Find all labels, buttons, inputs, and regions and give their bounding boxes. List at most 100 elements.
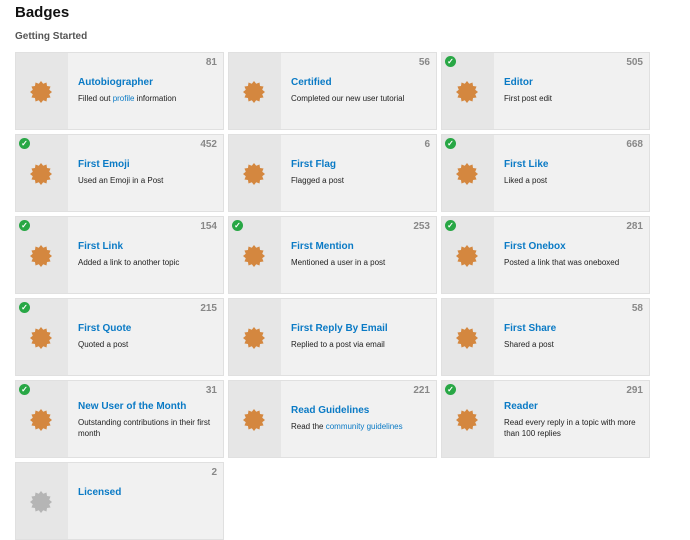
badge-certificate-icon bbox=[30, 409, 52, 431]
granted-check-icon: ✓ bbox=[19, 384, 30, 395]
badge-description: Mentioned a user in a post bbox=[291, 257, 430, 268]
badge-description: Read every reply in a topic with more th… bbox=[504, 417, 643, 439]
badge-description: Added a link to another topic bbox=[78, 257, 217, 268]
badge-card[interactable]: ✓ 668 First Like Liked a post bbox=[441, 134, 650, 212]
badge-card[interactable]: 81 Autobiographer Filled out profile infor… bbox=[15, 52, 224, 130]
badge-description-text: Completed our new user tutorial bbox=[291, 94, 405, 103]
badge-certificate-icon bbox=[30, 491, 52, 513]
badge-grant-count: 58 bbox=[631, 303, 643, 314]
badge-card[interactable]: ✓ 253 First Mention Mentioned a user in a p… bbox=[228, 216, 437, 294]
badge-grant-count: 668 bbox=[626, 139, 643, 150]
description-link[interactable]: community guidelines bbox=[326, 422, 403, 431]
badge-name-link[interactable]: First Emoji bbox=[78, 159, 217, 170]
granted-check-icon: ✓ bbox=[445, 384, 456, 395]
badge-info: Licensed bbox=[78, 487, 217, 503]
badge-certificate-icon bbox=[243, 81, 265, 103]
badge-grant-count: 2 bbox=[211, 467, 217, 478]
badge-description-text: Mentioned a user in a post bbox=[291, 258, 386, 267]
badge-card[interactable]: 2 Licensed bbox=[15, 462, 224, 540]
badge-description: Outstanding contributions in their first… bbox=[78, 417, 217, 439]
badge-info: First Share Shared a post bbox=[504, 323, 643, 350]
badge-description: Completed our new user tutorial bbox=[291, 93, 430, 104]
badge-name-link[interactable]: First Link bbox=[78, 241, 217, 252]
badge-info: First Flag Flagged a post bbox=[291, 159, 430, 186]
badge-name-link[interactable]: First Quote bbox=[78, 323, 217, 334]
badge-name-link[interactable]: Certified bbox=[291, 77, 430, 88]
badge-name-link[interactable]: First Flag bbox=[291, 159, 430, 170]
badge-card[interactable]: First Reply By Email Replied to a post vi… bbox=[228, 298, 437, 376]
badge-grant-count: 253 bbox=[413, 221, 430, 232]
badge-description-text: information bbox=[134, 94, 177, 103]
badge-card[interactable]: ✓ 31 New User of the Month Outstanding cont… bbox=[15, 380, 224, 458]
badge-description-text: Replied to a post via email bbox=[291, 340, 385, 349]
badge-info: First Quote Quoted a post bbox=[78, 323, 217, 350]
badge-grant-count: 154 bbox=[200, 221, 217, 232]
badge-info: Autobiographer Filled out profile informa… bbox=[78, 77, 217, 104]
badge-card[interactable]: 221 Read Guidelines Read the community gui… bbox=[228, 380, 437, 458]
badge-card[interactable]: 6 First Flag Flagged a post bbox=[228, 134, 437, 212]
badge-card[interactable]: ✓ 291 Reader Read every reply in a topic wi… bbox=[441, 380, 650, 458]
badge-name-link[interactable]: Read Guidelines bbox=[291, 405, 430, 416]
badge-description-text: First post edit bbox=[504, 94, 553, 103]
badge-grant-count: 221 bbox=[413, 385, 430, 396]
badge-description-text: Filled out bbox=[78, 94, 113, 103]
badge-description: Shared a post bbox=[504, 339, 643, 350]
badge-description: Filled out profile information bbox=[78, 93, 217, 104]
badge-description: Used an Emoji in a Post bbox=[78, 175, 217, 186]
badge-description-text: Shared a post bbox=[504, 340, 554, 349]
badge-name-link[interactable]: First Like bbox=[504, 159, 643, 170]
badge-info: First Link Added a link to another topic bbox=[78, 241, 217, 268]
badge-description: Read the community guidelines bbox=[291, 421, 430, 432]
badge-info: First Onebox Posted a link that was onebo… bbox=[504, 241, 643, 268]
page-title: Badges bbox=[15, 4, 70, 21]
badge-certificate-icon bbox=[30, 327, 52, 349]
badge-certificate-icon bbox=[243, 327, 265, 349]
badge-name-link[interactable]: Licensed bbox=[78, 487, 217, 498]
badge-description-text: Quoted a post bbox=[78, 340, 129, 349]
badge-name-link[interactable]: Autobiographer bbox=[78, 77, 217, 88]
badge-grant-count: 215 bbox=[200, 303, 217, 314]
badge-card[interactable]: ✓ 154 First Link Added a link to another to… bbox=[15, 216, 224, 294]
description-link[interactable]: profile bbox=[113, 94, 135, 103]
badge-description-text: Added a link to another topic bbox=[78, 258, 180, 267]
badge-name-link[interactable]: First Reply By Email bbox=[291, 323, 430, 334]
badge-grant-count: 31 bbox=[205, 385, 217, 396]
badge-certificate-icon bbox=[243, 163, 265, 185]
badge-description: Liked a post bbox=[504, 175, 643, 186]
badge-name-link[interactable]: Reader bbox=[504, 401, 643, 412]
badge-grant-count: 6 bbox=[424, 139, 430, 150]
badge-description-text: Read every reply in a topic with more th… bbox=[504, 418, 636, 438]
badge-grant-count: 81 bbox=[205, 57, 217, 68]
granted-check-icon: ✓ bbox=[445, 220, 456, 231]
badge-description-text: Outstanding contributions in their first… bbox=[78, 418, 211, 438]
granted-check-icon: ✓ bbox=[19, 138, 30, 149]
badge-description-text: Liked a post bbox=[504, 176, 548, 185]
granted-check-icon: ✓ bbox=[445, 56, 456, 67]
badge-card[interactable]: 58 First Share Shared a post bbox=[441, 298, 650, 376]
granted-check-icon: ✓ bbox=[445, 138, 456, 149]
badge-info: First Reply By Email Replied to a post vi… bbox=[291, 323, 430, 350]
section-title: Getting Started bbox=[15, 31, 88, 42]
badge-card[interactable]: ✓ 215 First Quote Quoted a post bbox=[15, 298, 224, 376]
badge-name-link[interactable]: First Mention bbox=[291, 241, 430, 252]
badge-card[interactable]: 56 Certified Completed our new user tutori… bbox=[228, 52, 437, 130]
badge-description-text: Posted a link that was oneboxed bbox=[504, 258, 620, 267]
badge-name-link[interactable]: New User of the Month bbox=[78, 401, 217, 412]
badge-grant-count: 505 bbox=[626, 57, 643, 68]
badge-certificate-icon bbox=[30, 245, 52, 267]
badge-name-link[interactable]: First Share bbox=[504, 323, 643, 334]
badge-card[interactable]: ✓ 452 First Emoji Used an Emoji in a Post bbox=[15, 134, 224, 212]
badge-description-text: Flagged a post bbox=[291, 176, 344, 185]
badge-info: First Like Liked a post bbox=[504, 159, 643, 186]
badge-card[interactable]: ✓ 505 Editor First post edit bbox=[441, 52, 650, 130]
badge-info: Reader Read every reply in a topic with m… bbox=[504, 401, 643, 439]
badge-info: Read Guidelines Read the community guidel… bbox=[291, 405, 430, 432]
badge-card[interactable]: ✓ 281 First Onebox Posted a link that was o… bbox=[441, 216, 650, 294]
badge-info: New User of the Month Outstanding contrib… bbox=[78, 401, 217, 439]
badge-info: First Emoji Used an Emoji in a Post bbox=[78, 159, 217, 186]
badge-name-link[interactable]: Editor bbox=[504, 77, 643, 88]
badge-grant-count: 452 bbox=[200, 139, 217, 150]
badge-info: First Mention Mentioned a user in a post bbox=[291, 241, 430, 268]
badge-name-link[interactable]: First Onebox bbox=[504, 241, 643, 252]
badge-description: Flagged a post bbox=[291, 175, 430, 186]
